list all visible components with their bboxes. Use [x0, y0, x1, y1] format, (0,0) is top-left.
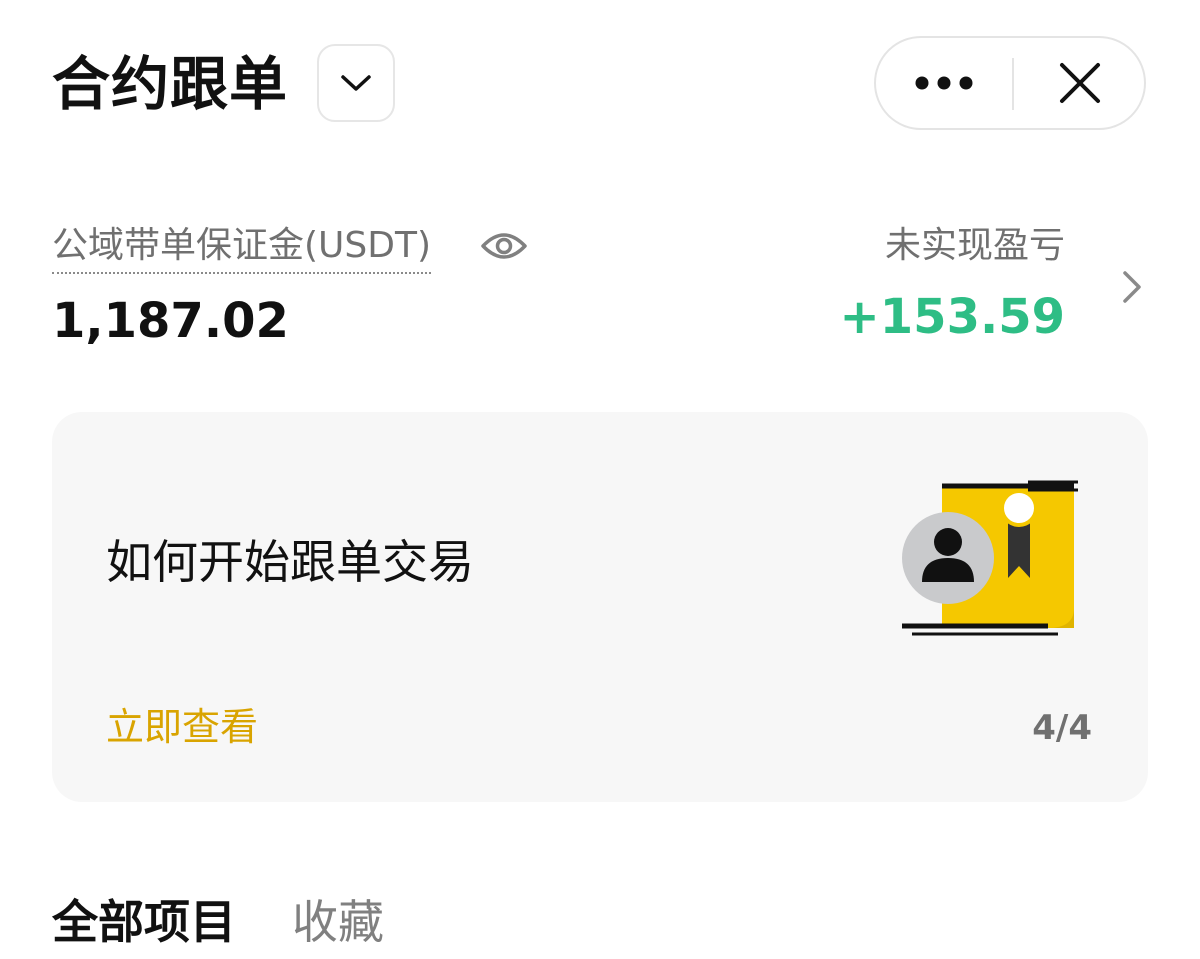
more-dots-icon [915, 76, 972, 90]
view-now-link[interactable]: 立即查看 [106, 702, 258, 752]
chevron-right-icon[interactable] [1118, 266, 1146, 308]
card-title: 如何开始跟单交易 [106, 535, 474, 589]
unrealized-pnl-label: 未实现盈亏 [884, 225, 1065, 266]
certificate-avatar-icon [902, 480, 1078, 636]
chevron-down-icon [341, 75, 371, 91]
close-button[interactable] [1014, 38, 1146, 128]
page-indicator: 4/4 [1032, 708, 1092, 748]
eye-icon[interactable] [480, 226, 528, 266]
close-icon [1060, 63, 1100, 103]
margin-label[interactable]: 公域带单保证金(USDT) [52, 222, 432, 274]
more-button[interactable] [876, 38, 1011, 128]
copy-trading-page: 合约跟单 公域带单保证金(USDT) 1,187.02 未实现盈亏 +153.5… [0, 0, 1200, 959]
page-title: 合约跟单 [52, 50, 289, 118]
tab-all-projects[interactable]: 全部项目 [52, 892, 236, 952]
title-dropdown-button[interactable] [317, 44, 395, 122]
unrealized-pnl-value: +153.59 [839, 289, 1065, 345]
margin-value: 1,187.02 [52, 293, 289, 349]
tab-favorites[interactable]: 收藏 [292, 892, 384, 952]
tutorial-card[interactable]: 如何开始跟单交易 立即查看 4/4 [52, 412, 1148, 802]
mini-program-capsule [874, 36, 1146, 130]
